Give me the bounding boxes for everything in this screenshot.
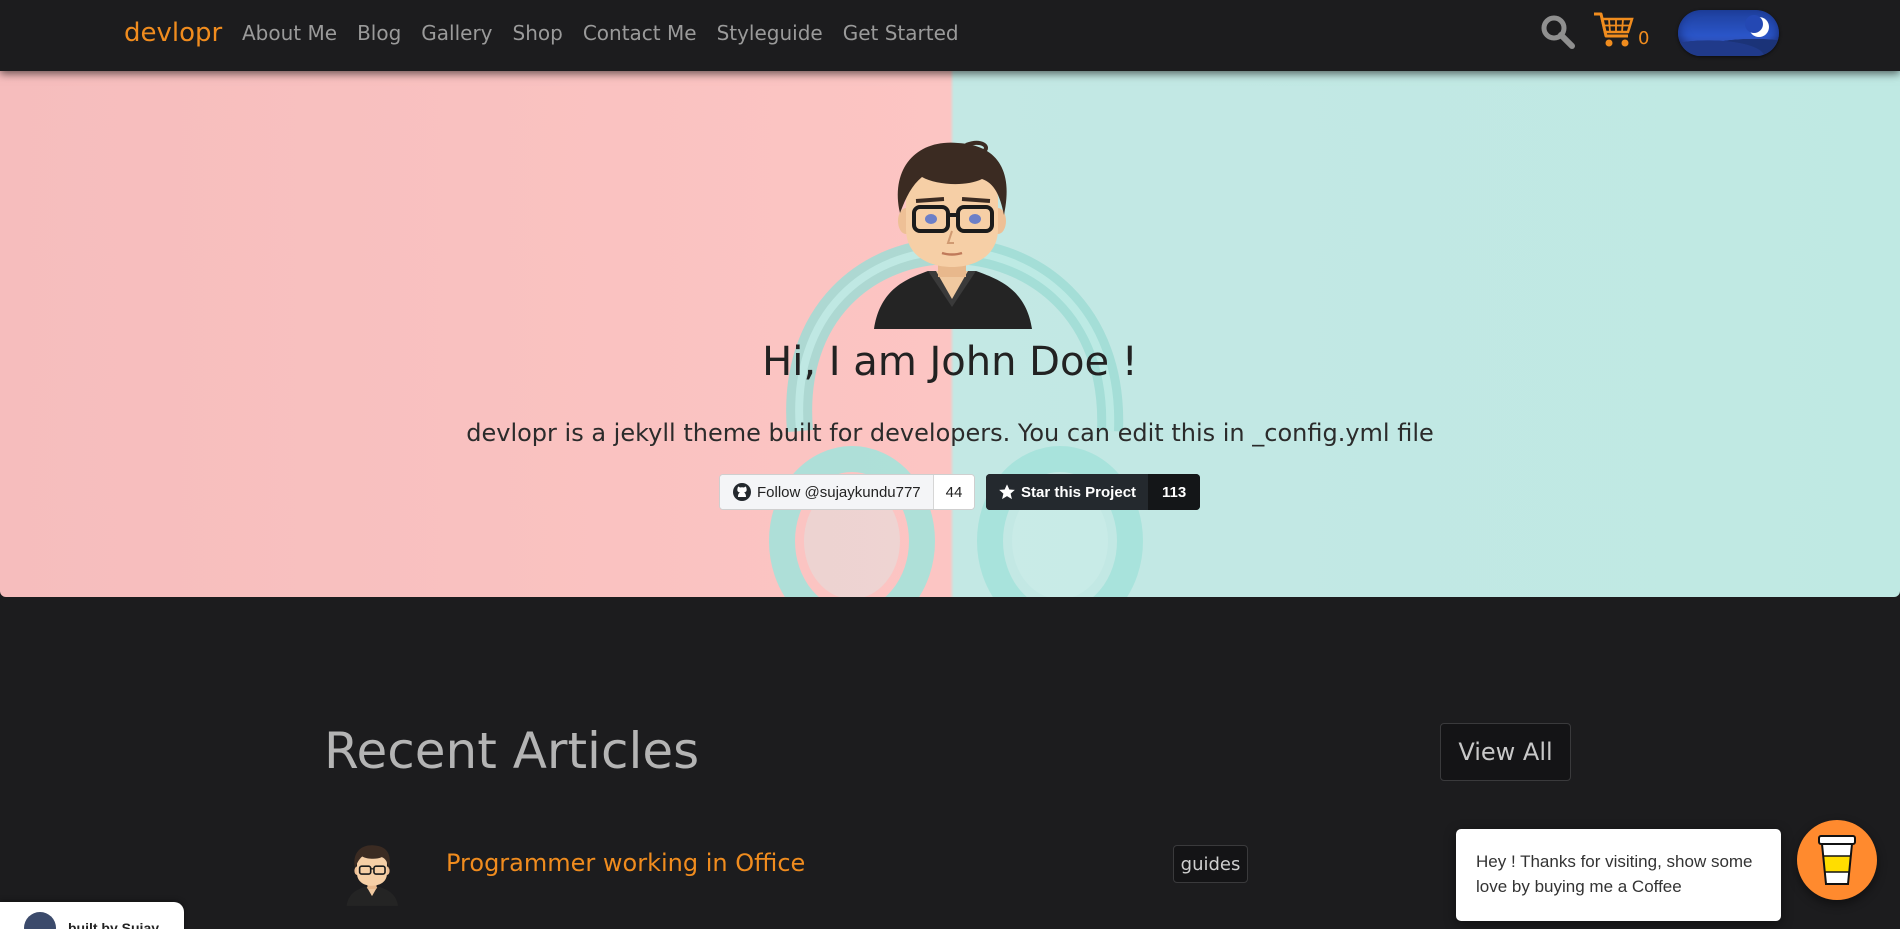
coffee-cup-icon (1818, 835, 1856, 885)
brand-logo[interactable]: devlopr (124, 18, 222, 48)
nav-link-shop[interactable]: Shop (513, 21, 563, 45)
cart-count: 0 (1638, 28, 1650, 49)
built-by-text: built by Sujay (68, 920, 160, 929)
star-count: 113 (1148, 474, 1201, 510)
built-by-badge[interactable]: built by Sujay (0, 902, 184, 929)
nav-link-about-me[interactable]: About Me (242, 21, 337, 45)
buy-me-a-coffee-button[interactable] (1797, 820, 1877, 900)
nav-link-styleguide[interactable]: Styleguide (717, 21, 823, 45)
coffee-message-popup: Hey ! Thanks for visiting, show some lov… (1456, 829, 1781, 921)
nav-link-blog[interactable]: Blog (357, 21, 401, 45)
github-icon (733, 483, 751, 501)
moon-icon (1745, 15, 1769, 37)
navbar: devlopr About Me Blog Gallery Shop Conta… (0, 0, 1900, 71)
nav-link-get-started[interactable]: Get Started (843, 21, 959, 45)
github-follow-label: Follow @sujaykundu777 (720, 475, 934, 509)
hero-title: Hi, I am John Doe ! (762, 339, 1138, 385)
star-icon (999, 484, 1015, 500)
github-star-button[interactable]: Star this Project 113 (986, 474, 1201, 510)
article-thumbnail-avatar (346, 845, 399, 906)
github-star-label: Star this Project (986, 474, 1149, 510)
github-follow-text: Follow @sujaykundu777 (757, 483, 921, 501)
article-tag[interactable]: guides (1173, 845, 1248, 883)
article-title-link[interactable]: Programmer working in Office (446, 849, 805, 877)
nav-link-contact-me[interactable]: Contact Me (583, 21, 697, 45)
nav-links: About Me Blog Gallery Shop Contact Me St… (242, 21, 979, 45)
hero-subtitle: devlopr is a jekyll theme built for deve… (466, 419, 1434, 447)
github-follow-button[interactable]: Follow @sujaykundu777 44 (719, 474, 976, 510)
recent-articles-heading: Recent Articles (324, 722, 700, 780)
theme-toggle[interactable] (1678, 10, 1779, 56)
search-icon[interactable] (1540, 14, 1576, 50)
author-avatar (24, 912, 56, 929)
follower-count: 44 (933, 475, 975, 509)
shopping-cart-icon[interactable] (1592, 10, 1634, 50)
avatar (874, 140, 1032, 329)
github-star-text: Star this Project (1021, 483, 1137, 501)
nav-link-gallery[interactable]: Gallery (421, 21, 492, 45)
view-all-button[interactable]: View All (1440, 723, 1571, 781)
hero-section: Hi, I am John Doe ! devlopr is a jekyll … (0, 71, 1900, 597)
